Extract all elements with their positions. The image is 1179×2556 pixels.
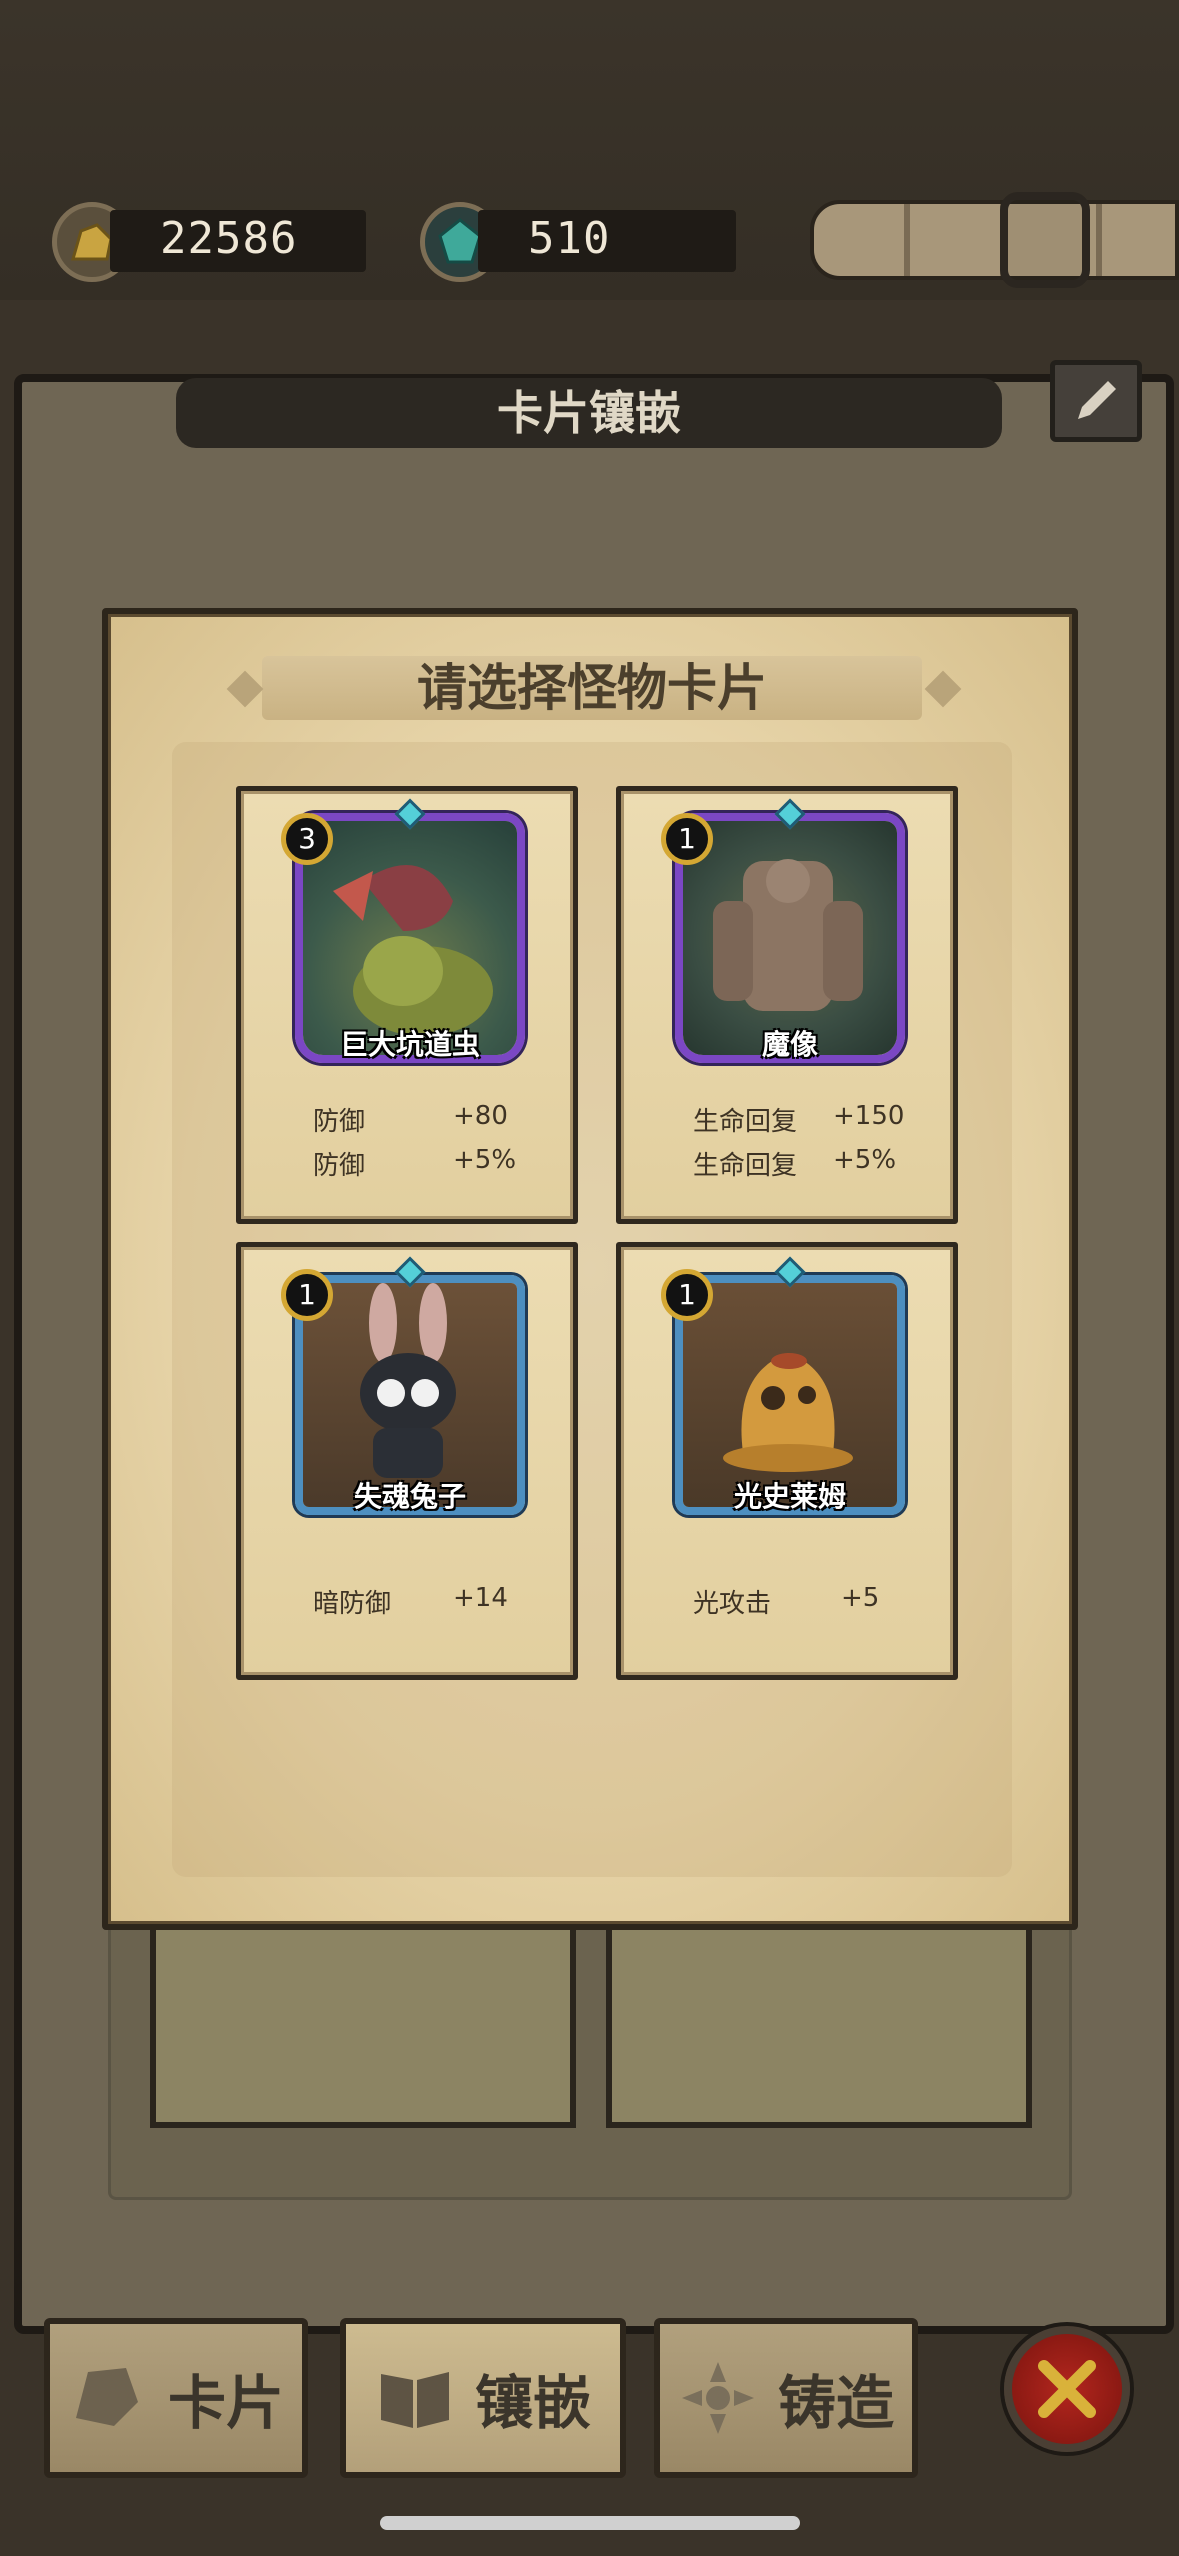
level-badge: 1 (661, 813, 713, 865)
gem-amount: 510 (528, 213, 611, 264)
gold-amount: 22586 (160, 213, 298, 264)
cards-icon (75, 2368, 138, 2426)
stat-label: 防御 (313, 1107, 366, 1137)
home-indicator[interactable] (380, 2516, 800, 2530)
stat-value: +5% (453, 1145, 517, 1175)
stat-label: 防御 (313, 1151, 366, 1181)
stat-label: 生命回复 (693, 1151, 798, 1181)
monster-name: 失魂兔子 (353, 1480, 466, 1513)
stat-value: +14 (453, 1583, 508, 1613)
tab-label: 卡片 (167, 2369, 284, 2437)
level-badge: 1 (281, 1269, 333, 1321)
tab-forge[interactable]: 铸造 (654, 2318, 918, 2478)
panel-title: 卡片镶嵌 (497, 386, 681, 440)
belt-menu-toggle[interactable] (810, 200, 1179, 280)
monster-name: 魔像 (761, 1028, 818, 1061)
golem-monster-icon (713, 859, 863, 1011)
socket-slot-left[interactable] (150, 1900, 576, 2128)
monster-card[interactable]: 1 失魂兔子 暗防御 +14 (236, 1242, 578, 1680)
stat-value: +5% (833, 1145, 897, 1175)
monster-name: 巨大坑道虫 (339, 1028, 480, 1061)
monster-name: 光史莱姆 (733, 1480, 846, 1513)
close-button[interactable] (1004, 2326, 1130, 2452)
tab-cards[interactable]: 卡片 (44, 2318, 308, 2478)
level-badge: 1 (661, 1269, 713, 1321)
monster-card[interactable]: 3 巨大坑道虫 防御 +80 防御 +5% (236, 786, 578, 1224)
worm-monster-icon (333, 865, 493, 1036)
slime-monster-icon (723, 1353, 853, 1472)
stat-value: +80 (453, 1101, 508, 1131)
edit-button[interactable] (1050, 360, 1142, 442)
close-icon (1038, 2360, 1096, 2418)
tab-label: 镶嵌 (474, 2369, 591, 2437)
tab-inlay[interactable]: 镶嵌 (340, 2318, 626, 2478)
stat-value: +5 (841, 1583, 880, 1613)
forge-icon (681, 2362, 754, 2434)
level-badge: 3 (281, 813, 333, 865)
stat-value: +150 (833, 1101, 905, 1131)
pencil-icon (1078, 381, 1116, 419)
monster-card[interactable]: 1 光史莱姆 光攻击 +5 (616, 1242, 958, 1680)
stat-label: 生命回复 (693, 1107, 798, 1137)
stat-label: 暗防御 (313, 1589, 392, 1619)
tab-label: 铸造 (777, 2369, 894, 2437)
popup-title: 请选择怪物卡片 (417, 659, 767, 717)
belt-buckle-icon[interactable] (1000, 192, 1090, 288)
stat-label: 光攻击 (693, 1589, 772, 1619)
book-icon (380, 2372, 449, 2428)
monster-card[interactable]: 1 魔像 生命回复 +150 生命回复 +5% (616, 786, 958, 1224)
rabbit-monster-icon (360, 1283, 456, 1478)
socket-slot-right[interactable] (606, 1900, 1032, 2128)
